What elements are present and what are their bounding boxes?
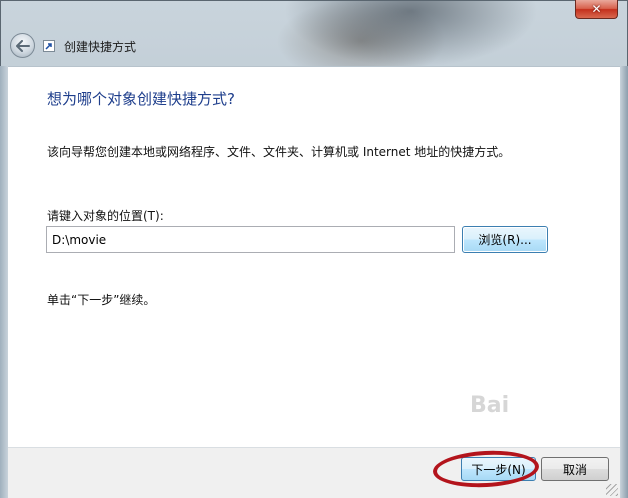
close-button[interactable]: ✕: [575, 0, 618, 19]
location-input[interactable]: [46, 226, 455, 253]
cancel-button[interactable]: 取消: [541, 457, 609, 481]
wizard-description: 该向导帮您创建本地或网络程序、文件、文件夹、计算机或 Internet 地址的快…: [47, 145, 511, 159]
close-icon: ✕: [591, 2, 602, 16]
resize-grip[interactable]: [606, 484, 618, 496]
back-button[interactable]: [10, 33, 35, 58]
next-hint: 单击“下一步”继续。: [47, 293, 156, 307]
wizard-heading: 想为哪个对象创建快捷方式?: [47, 90, 235, 108]
wizard-content: [8, 66, 620, 448]
window-title: 创建快捷方式: [64, 40, 137, 54]
watermark: Bai: [470, 393, 510, 418]
shortcut-icon: [43, 40, 55, 52]
back-arrow-icon: [15, 39, 30, 52]
frame-left-border: [0, 66, 8, 498]
next-button[interactable]: 下一步(N): [461, 457, 536, 481]
browse-button[interactable]: 浏览(R)...: [462, 226, 548, 253]
location-label: 请键入对象的位置(T):: [47, 209, 164, 223]
frame-right-border: [620, 66, 628, 498]
